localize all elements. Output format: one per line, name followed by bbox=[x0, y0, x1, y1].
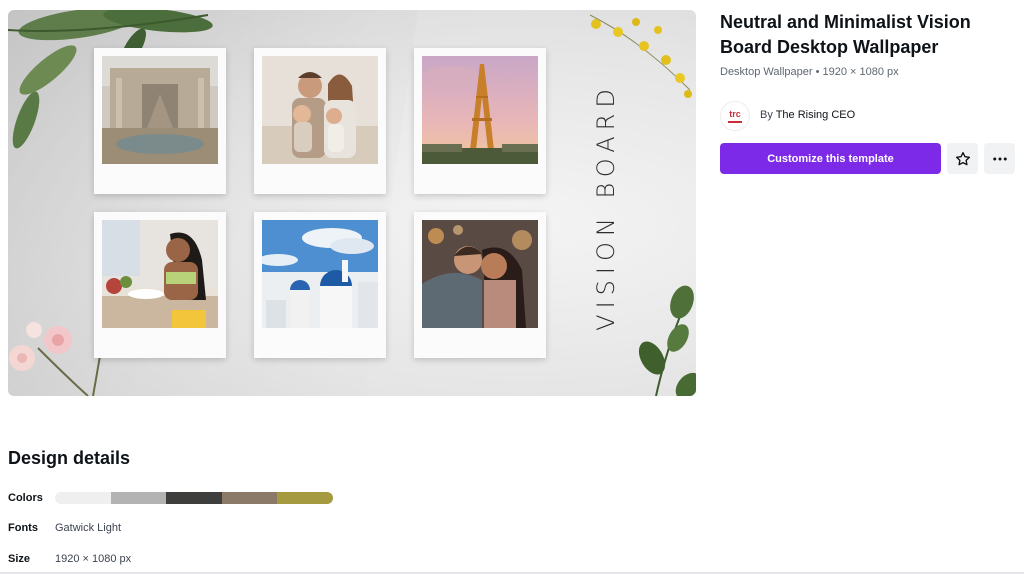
woman-cooking-photo bbox=[102, 220, 218, 328]
polaroid-frame bbox=[94, 212, 226, 358]
family-photo bbox=[262, 56, 378, 164]
color-swatch[interactable] bbox=[221, 492, 278, 504]
polaroid-frame bbox=[254, 48, 386, 194]
size-value: 1920 × 1080 px bbox=[55, 553, 132, 565]
more-options-button[interactable] bbox=[984, 143, 1015, 174]
polaroid-frame bbox=[414, 48, 546, 194]
template-subtitle: Desktop Wallpaper • 1920 × 1080 px bbox=[720, 66, 899, 78]
polaroid-frame bbox=[94, 48, 226, 194]
star-icon bbox=[955, 151, 970, 165]
size-label: Size bbox=[8, 553, 31, 565]
template-preview[interactable]: VISION BOARD bbox=[8, 10, 696, 396]
polaroid-frame bbox=[414, 212, 546, 358]
favorite-button[interactable] bbox=[947, 143, 978, 174]
font-name[interactable]: Gatwick Light bbox=[55, 522, 121, 534]
author-prefix: By bbox=[760, 109, 773, 121]
color-swatch[interactable] bbox=[110, 492, 167, 504]
author-logo-underline bbox=[728, 120, 742, 123]
color-palette bbox=[55, 492, 333, 504]
author-avatar[interactable]: trc bbox=[720, 101, 750, 131]
color-swatch[interactable] bbox=[166, 492, 222, 504]
design-details-heading: Design details bbox=[8, 448, 131, 468]
color-swatch[interactable] bbox=[277, 492, 333, 504]
author-logo-text: trc bbox=[729, 108, 741, 119]
more-horizontal-icon bbox=[992, 157, 1007, 160]
santorini-photo bbox=[262, 220, 378, 328]
colors-label: Colors bbox=[8, 492, 43, 504]
fountain-photo bbox=[102, 56, 218, 164]
template-title: Neutral and Minimalist Vision Board Desk… bbox=[720, 12, 971, 57]
couple-photo bbox=[422, 220, 538, 328]
author-name-link[interactable]: The Rising CEO bbox=[776, 109, 855, 121]
vision-board-text: VISION BOARD bbox=[566, 62, 646, 352]
polaroid-frame bbox=[254, 212, 386, 358]
color-swatch[interactable] bbox=[55, 492, 111, 504]
fonts-label: Fonts bbox=[8, 522, 38, 534]
eiffel-tower-photo bbox=[422, 56, 538, 164]
author-line: By The Rising CEO bbox=[760, 109, 855, 121]
customize-template-button[interactable]: Customize this template bbox=[720, 143, 941, 174]
vision-board-label: VISION BOARD bbox=[592, 83, 620, 331]
